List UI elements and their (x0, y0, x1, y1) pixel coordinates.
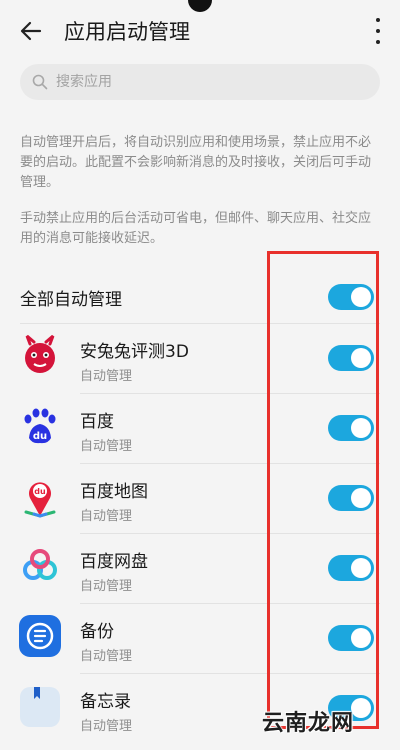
app-status: 自动管理 (80, 579, 133, 594)
notepad-icon (20, 687, 60, 727)
baidu-map-icon: du (24, 482, 56, 518)
back-button[interactable] (16, 16, 46, 46)
baidu-netdisk-icon (23, 549, 57, 580)
app-status: 自动管理 (80, 719, 133, 734)
highlight-box (267, 251, 379, 729)
svg-text:du: du (33, 431, 47, 442)
back-arrow-icon (20, 21, 42, 41)
app-status: 自动管理 (80, 439, 133, 454)
all-auto-manage-label: 全部自动管理 (20, 290, 122, 310)
dot (376, 29, 380, 33)
app-status: 自动管理 (80, 509, 133, 524)
backup-icon (19, 615, 61, 657)
app-status: 自动管理 (80, 649, 133, 664)
app-name: 备份 (80, 622, 114, 642)
watermark: 云南龙网 (262, 711, 355, 736)
antutu-icon (25, 334, 55, 373)
search-icon (32, 74, 48, 90)
dot (376, 40, 380, 44)
app-name: 百度地图 (80, 482, 148, 502)
more-options-button[interactable] (368, 18, 388, 44)
manual-manage-description: 手动禁止应用的后台活动可省电，但邮件、聊天应用、社交应用的消息可能接收延迟。 (20, 211, 372, 246)
baidu-paw-icon: du (24, 408, 56, 444)
auto-manage-description: 自动管理开启后，将自动识别应用和使用场景，禁止应用不必要的启动。此配置不会影响新… (20, 135, 372, 190)
app-name: 备忘录 (80, 692, 131, 712)
svg-text:du: du (34, 487, 46, 496)
header: 应用启动管理 (0, 0, 400, 60)
app-name: 百度 (80, 412, 114, 432)
app-name: 百度网盘 (80, 552, 148, 572)
page-title: 应用启动管理 (64, 20, 190, 44)
app-name: 安兔兔评测3D (80, 342, 189, 362)
dot (376, 18, 380, 22)
app-status: 自动管理 (80, 369, 133, 384)
search-input[interactable] (54, 73, 358, 91)
search-bar[interactable] (20, 64, 380, 100)
